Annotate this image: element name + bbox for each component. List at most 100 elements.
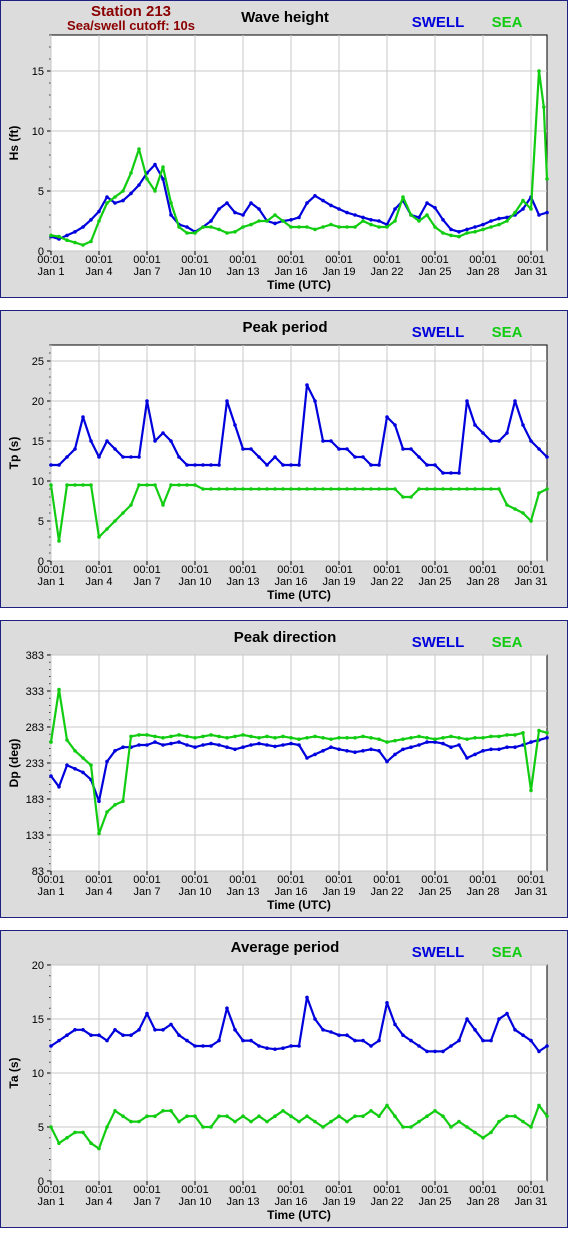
data-point-swell: [305, 756, 309, 760]
data-point-swell: [505, 1011, 509, 1016]
y-tick-label: 5: [38, 516, 44, 528]
x-tick-date: Jan 25: [418, 576, 451, 588]
data-point-swell: [297, 1044, 301, 1048]
data-point-sea: [385, 225, 389, 229]
y-tick-label: 233: [26, 758, 44, 770]
data-point-sea: [137, 1119, 141, 1124]
data-point-sea: [521, 198, 525, 203]
data-point-sea: [241, 487, 245, 491]
x-tick-time: 00:01: [469, 564, 497, 576]
data-point-swell: [265, 1046, 269, 1050]
data-point-swell: [489, 1038, 493, 1043]
x-tick-date: Jan 19: [322, 886, 355, 898]
x-tick-date: Jan 22: [370, 886, 403, 898]
data-point-sea: [201, 1125, 205, 1129]
data-point-sea: [297, 737, 301, 741]
data-point-swell: [73, 1028, 77, 1032]
data-point-sea: [217, 734, 221, 739]
data-point-sea: [97, 535, 101, 539]
data-point-sea: [209, 733, 213, 737]
data-point-sea: [465, 1125, 469, 1129]
data-point-swell: [73, 767, 77, 771]
data-point-sea: [209, 487, 213, 491]
data-point-sea: [97, 831, 101, 836]
x-tick-time: 00:01: [421, 1184, 449, 1196]
data-point-sea: [273, 1114, 277, 1118]
data-point-sea: [369, 736, 373, 740]
x-tick-time: 00:01: [325, 1184, 353, 1196]
data-point-sea: [537, 728, 541, 733]
data-point-sea: [129, 503, 133, 507]
data-point-swell: [385, 415, 389, 419]
x-tick-time: 00:01: [181, 564, 209, 576]
x-tick-date: Jan 7: [134, 576, 161, 588]
data-point-sea: [497, 1119, 501, 1124]
data-point-sea: [337, 1114, 341, 1118]
data-point-sea: [441, 736, 445, 740]
data-point-swell: [233, 1028, 237, 1032]
x-tick-time: 00:01: [469, 1184, 497, 1196]
data-point-sea: [113, 195, 117, 199]
data-point-swell: [233, 747, 237, 752]
data-point-swell: [433, 1049, 437, 1054]
data-point-sea: [537, 69, 541, 73]
data-point-sea: [449, 734, 453, 739]
data-point-sea: [121, 1114, 125, 1118]
x-tick-time: 00:01: [325, 874, 353, 886]
data-point-sea: [537, 491, 541, 495]
data-point-swell: [89, 1033, 93, 1037]
data-point-sea: [377, 737, 381, 741]
data-point-sea: [233, 1119, 237, 1124]
x-tick-time: 00:01: [277, 1184, 305, 1196]
data-point-sea: [505, 1114, 509, 1118]
x-tick-date: Jan 31: [514, 886, 547, 898]
data-point-sea: [417, 1119, 421, 1124]
data-point-swell: [481, 1038, 485, 1043]
x-tick-time: 00:01: [517, 254, 545, 266]
y-tick-label: 333: [26, 686, 44, 698]
y-tick-label: 10: [32, 126, 44, 138]
data-point-sea: [305, 225, 309, 229]
data-point-swell: [241, 213, 245, 217]
data-point-swell: [257, 1044, 261, 1048]
data-point-sea: [57, 1141, 61, 1145]
data-point-sea: [273, 736, 277, 740]
data-point-swell: [217, 207, 221, 211]
data-point-swell: [233, 423, 237, 427]
x-tick-time: 00:01: [277, 874, 305, 886]
data-point-swell: [65, 763, 69, 767]
data-point-sea: [425, 487, 429, 491]
x-tick-date: Jan 1: [38, 266, 65, 278]
data-point-sea: [65, 1136, 69, 1140]
data-point-swell: [49, 774, 53, 778]
data-point-sea: [137, 147, 141, 151]
data-point-swell: [105, 759, 109, 764]
data-point-sea: [49, 483, 53, 487]
data-point-sea: [49, 740, 53, 744]
data-point-sea: [481, 487, 485, 491]
data-point-sea: [57, 687, 61, 692]
data-point-swell: [217, 743, 221, 747]
data-point-sea: [481, 736, 485, 740]
data-point-swell: [129, 191, 133, 196]
data-point-sea: [145, 1114, 149, 1118]
data-point-sea: [393, 487, 397, 491]
data-point-swell: [529, 1038, 533, 1043]
data-point-sea: [153, 1114, 157, 1118]
data-point-sea: [441, 231, 445, 235]
data-point-sea: [521, 1119, 525, 1124]
data-point-sea: [161, 1109, 165, 1113]
data-point-swell: [257, 455, 261, 459]
data-point-swell: [497, 1017, 501, 1021]
data-point-sea: [345, 487, 349, 491]
data-point-sea: [321, 487, 325, 491]
data-point-swell: [273, 744, 277, 749]
data-point-swell: [185, 743, 189, 747]
x-tick-date: Jan 25: [418, 266, 451, 278]
data-point-sea: [73, 483, 77, 487]
data-point-sea: [473, 736, 477, 740]
data-point-sea: [361, 734, 365, 739]
data-point-swell: [65, 233, 69, 238]
data-point-sea: [385, 740, 389, 744]
data-point-sea: [233, 487, 237, 491]
